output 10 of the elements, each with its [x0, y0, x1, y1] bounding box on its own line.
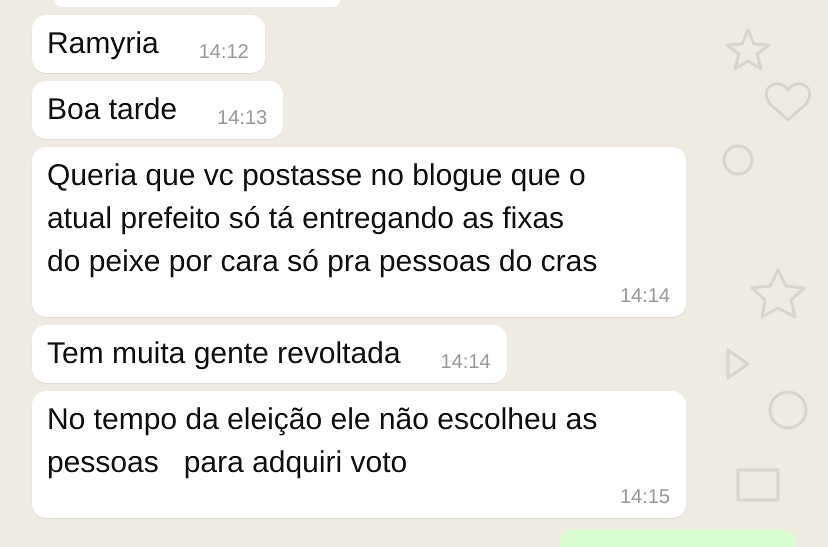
message-time: 14:15 [618, 485, 670, 510]
message-text: Boa tarde [47, 92, 178, 128]
message-text: Tem muita gente revoltada [47, 336, 401, 372]
message-time: 14:14 [618, 284, 670, 309]
message-time: 14:13 [216, 106, 268, 131]
message-time: 14:12 [198, 40, 249, 65]
message-text: Queria que vc postasse no blogue que o atual prefeito só tá entregando as fixas do peixe por cara só pra pessoas do cras [47, 158, 598, 280]
message-text: Ramyria [47, 26, 159, 62]
message-text: No tempo da eleição ele não escolheu as pessoas para adquiri voto [47, 402, 598, 481]
message-time: 14:14 [440, 350, 491, 375]
